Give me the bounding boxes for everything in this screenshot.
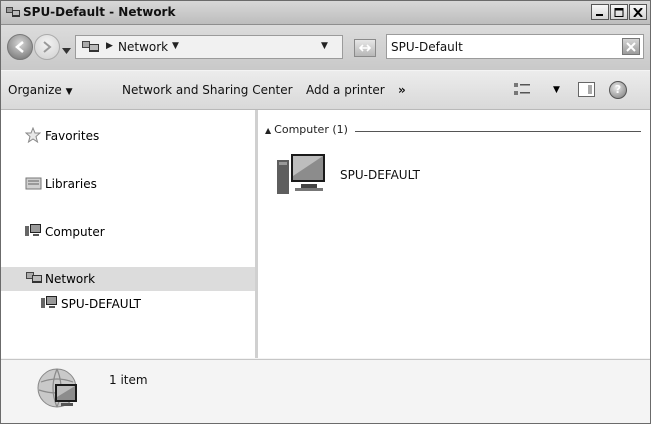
title-bar[interactable]: SPU-Default - Network — [1, 1, 650, 25]
network-icon — [5, 5, 21, 19]
navigation-pane: Favorites Libraries Computer Network SPU… — [1, 110, 258, 358]
computer-icon — [277, 152, 327, 199]
network-icon — [81, 39, 101, 57]
nav-label-libraries: Libraries — [45, 177, 97, 191]
recent-pages-icon[interactable] — [62, 43, 71, 57]
nav-item-favorites[interactable]: Favorites — [1, 124, 255, 148]
more-commands-button[interactable]: » — [398, 83, 406, 97]
nav-label-computer: Computer — [45, 225, 105, 239]
close-button[interactable] — [629, 4, 647, 20]
address-dropdown-icon[interactable]: ▼ — [321, 41, 328, 51]
refresh-button[interactable] — [354, 39, 376, 57]
organize-label: Organize — [8, 83, 62, 97]
libraries-icon — [25, 175, 42, 193]
item-count: 1 item — [109, 373, 148, 387]
back-button[interactable] — [7, 34, 33, 60]
help-button[interactable]: ? — [609, 81, 627, 99]
clear-search-button[interactable] — [622, 38, 640, 55]
forward-button[interactable] — [34, 34, 60, 60]
explorer-window: SPU-Default - Network ▶ Network ▼ ▼ SPU-… — [0, 0, 651, 424]
nav-label-favorites: Favorites — [45, 129, 100, 143]
maximize-button[interactable] — [610, 4, 628, 20]
chevron-down-icon: ▼ — [65, 87, 73, 97]
breadcrumb-chevron-icon[interactable]: ▼ — [172, 41, 179, 51]
nav-label-spu-default: SPU-DEFAULT — [61, 297, 141, 311]
group-divider — [355, 131, 641, 132]
content-pane: ▲ Computer (1) SPU-DEFAULT — [258, 110, 650, 358]
window-title: SPU-Default - Network — [23, 5, 176, 19]
add-printer-button[interactable]: Add a printer — [306, 83, 385, 97]
details-pane: 1 item — [1, 359, 650, 423]
address-bar[interactable]: ▶ Network ▼ ▼ — [75, 35, 343, 59]
preview-pane-button[interactable] — [578, 82, 595, 97]
address-row: ▶ Network ▼ ▼ — [1, 25, 650, 70]
list-item-label: SPU-DEFAULT — [340, 168, 420, 182]
view-options-dropdown-icon[interactable]: ▼ — [553, 85, 560, 95]
computer-icon — [41, 295, 58, 313]
search-box[interactable] — [386, 34, 644, 59]
collapse-caret-icon: ▲ — [265, 126, 272, 135]
command-bar: Organize ▼ Network and Sharing Center Ad… — [1, 71, 650, 110]
network-icon — [25, 270, 43, 288]
nav-item-computer[interactable]: Computer — [1, 220, 255, 244]
group-header[interactable]: ▲ Computer (1) — [265, 123, 348, 136]
minimize-button[interactable] — [591, 4, 609, 20]
breadcrumb-separator-icon[interactable]: ▶ — [106, 41, 113, 51]
star-icon — [24, 126, 42, 146]
nav-item-network[interactable]: Network — [1, 267, 255, 291]
network-globe-icon — [35, 366, 87, 415]
nav-label-network: Network — [45, 272, 96, 286]
computer-icon — [25, 223, 42, 241]
group-header-label: Computer (1) — [274, 123, 348, 136]
nav-item-spu-default[interactable]: SPU-DEFAULT — [1, 292, 255, 316]
breadcrumb-network[interactable]: Network — [118, 40, 168, 54]
change-view-icon[interactable] — [513, 82, 531, 100]
nav-item-libraries[interactable]: Libraries — [1, 172, 255, 196]
organize-button[interactable]: Organize ▼ — [8, 83, 73, 97]
network-sharing-center-button[interactable]: Network and Sharing Center — [122, 83, 293, 97]
search-input[interactable] — [391, 39, 611, 54]
